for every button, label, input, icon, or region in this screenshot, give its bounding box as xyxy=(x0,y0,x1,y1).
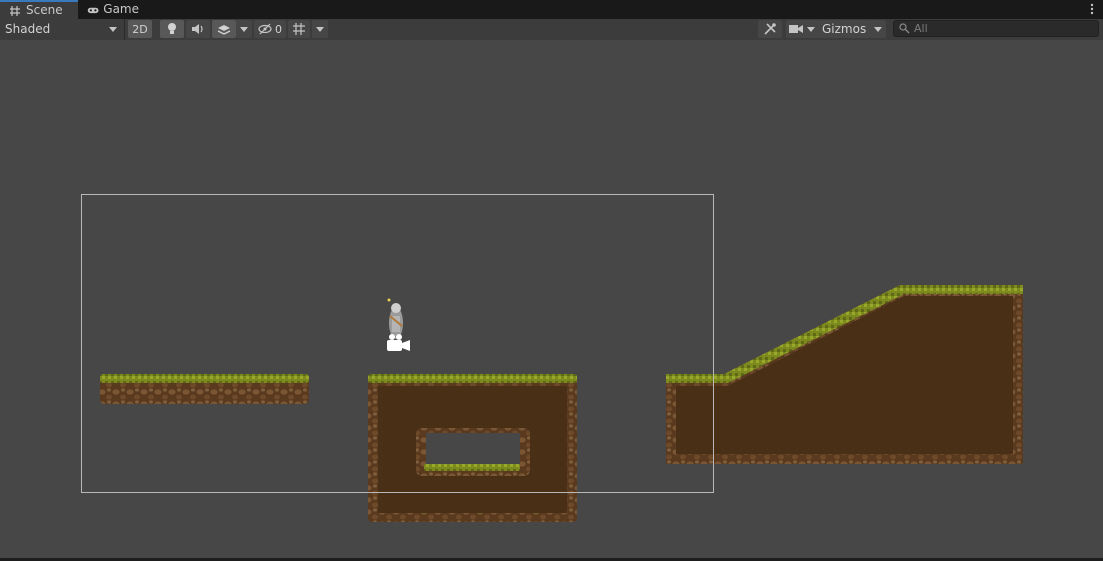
grid-toggle-button[interactable] xyxy=(288,20,310,38)
tab-game[interactable]: Game xyxy=(79,0,147,19)
toggle-2d-label: 2D xyxy=(132,22,148,36)
camera-bounds-frame xyxy=(81,194,714,493)
audio-toggle-button[interactable] xyxy=(186,20,210,38)
more-options-icon[interactable] xyxy=(1089,2,1095,16)
shading-mode-dropdown[interactable]: Shaded xyxy=(0,19,125,40)
chevron-down-icon xyxy=(807,26,815,32)
hidden-count: 0 xyxy=(275,22,282,36)
gizmos-label: Gizmos xyxy=(822,22,867,36)
camera-settings-button[interactable] xyxy=(786,20,818,38)
effects-toggle-button[interactable] xyxy=(212,20,236,38)
toggle-2d-button[interactable]: 2D xyxy=(128,20,152,38)
grid-dropdown-button[interactable] xyxy=(312,20,328,38)
tab-scene[interactable]: Scene xyxy=(0,0,78,19)
wrench-icon xyxy=(764,23,776,35)
tab-scene-label: Scene xyxy=(26,3,63,17)
lighting-toggle-button[interactable] xyxy=(160,20,184,38)
hidden-objects-button[interactable]: 0 xyxy=(254,20,286,38)
chevron-down-icon xyxy=(874,26,882,32)
eye-slash-icon xyxy=(258,23,272,35)
speaker-icon xyxy=(192,24,203,34)
ground-hill-right[interactable] xyxy=(666,285,1023,464)
layers-icon xyxy=(217,25,231,35)
tab-bar: Scene Game xyxy=(0,0,1103,20)
camera-icon xyxy=(789,25,803,33)
tab-game-label: Game xyxy=(103,2,139,16)
scene-viewport[interactable] xyxy=(0,40,1103,558)
chevron-down-icon xyxy=(240,26,248,32)
gizmos-button[interactable]: Gizmos xyxy=(818,20,870,38)
search-placeholder: All xyxy=(914,22,928,35)
grid-icon xyxy=(10,5,20,16)
chevron-down-icon xyxy=(109,27,117,32)
gizmos-dropdown-button[interactable] xyxy=(870,20,886,38)
grid-snap-icon xyxy=(293,23,305,35)
search-icon xyxy=(899,23,910,34)
chevron-down-icon xyxy=(316,26,324,32)
tools-button[interactable] xyxy=(758,20,782,38)
shading-mode-label: Shaded xyxy=(5,22,51,36)
gamepad-icon xyxy=(87,7,99,13)
effects-dropdown-button[interactable] xyxy=(236,20,252,38)
lightbulb-icon xyxy=(168,23,176,34)
scene-search-field[interactable]: All xyxy=(893,20,1099,37)
scene-toolbar: Shaded 2D 0 Gizmos All xyxy=(0,19,1103,41)
